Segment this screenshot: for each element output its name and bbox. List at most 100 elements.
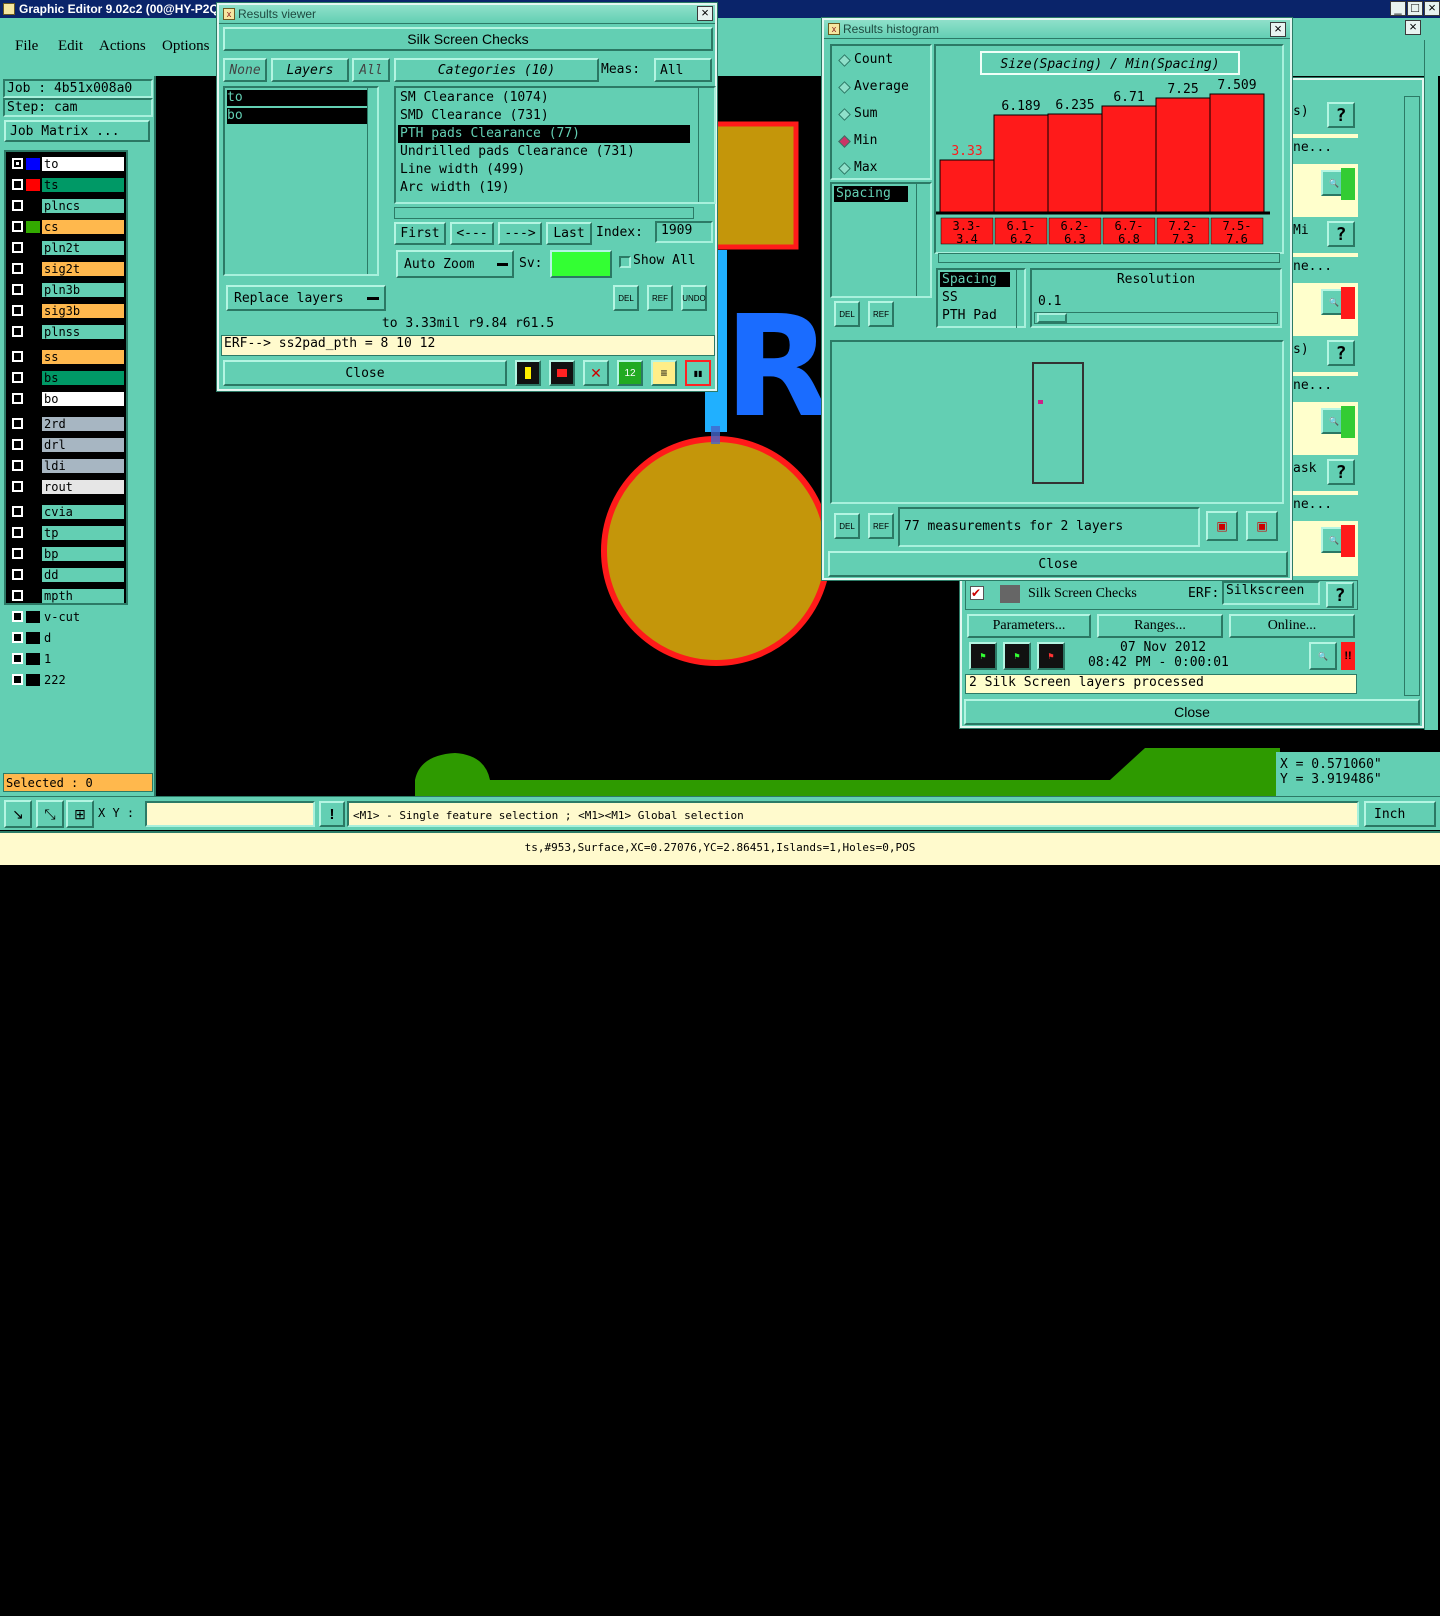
layer-row-drl[interactable]: drl [8,437,126,453]
measure-type-item[interactable]: SS [940,290,1010,305]
index-input[interactable]: 1909 [655,221,713,243]
layer-select-list[interactable]: to bo [223,86,379,276]
layer-checkbox[interactable] [12,590,23,601]
category-item[interactable]: Undrilled pads Clearance (731) [398,143,690,161]
report-icon[interactable]: ≡ [651,360,677,386]
delete-icon[interactable]: DEL [613,285,639,311]
numbered-icon[interactable]: 12 [617,360,643,386]
run-icon[interactable]: ⚑ [969,642,997,670]
histogram-delete-icon[interactable]: DEL [834,301,860,327]
layer-row-cs[interactable]: cs [8,219,126,235]
ranges-button[interactable]: Ranges... [1097,614,1223,638]
prev-button[interactable]: <--- [450,222,494,245]
layer-row-bo[interactable]: bo [8,391,126,407]
layer-checkbox[interactable] [12,548,23,559]
layer-row-d[interactable]: d [8,630,126,646]
mode-radio-max[interactable]: Max [838,160,928,178]
results-viewer-close-icon[interactable]: × [697,6,713,21]
maximize-button[interactable]: □ [1407,1,1423,16]
next-button[interactable]: ---> [498,222,542,245]
histogram-reference-icon[interactable]: REF [868,301,894,327]
layer-checkbox[interactable] [12,326,23,337]
check-help-button[interactable]: ? [1327,459,1355,485]
layer-row-pln3b[interactable]: pln3b [8,282,126,298]
layer-row-mpth[interactable]: mpth [8,588,126,604]
layer-row-rout[interactable]: rout [8,479,126,495]
categories-button[interactable]: Categories (10) [394,58,599,82]
menu-options[interactable]: Options [162,38,210,55]
layer-row-plnss[interactable]: plnss [8,324,126,340]
flag-icon[interactable] [549,360,575,386]
category-item[interactable]: Line width (499) [398,161,690,179]
layer-checkbox[interactable] [12,221,23,232]
layer-checkbox[interactable] [12,481,23,492]
zoom-icon[interactable]: 🔍 [1309,642,1337,670]
layers-button[interactable]: Layers [271,58,349,82]
measure-type-item[interactable]: Spacing [940,272,1010,287]
layer-select-item[interactable]: bo [227,108,367,124]
layer-select-item[interactable]: to [227,90,367,106]
warning-icon[interactable]: ! [319,801,345,827]
check-help-button[interactable]: ? [1327,221,1355,247]
mode-radio-min[interactable]: Min [838,133,928,151]
mode-radio-count[interactable]: Count [838,52,928,70]
preview-delete-icon[interactable]: DEL [834,513,860,539]
layer-checkbox[interactable] [12,611,23,622]
chart-hscrollbar[interactable] [938,253,1280,263]
layer-checkbox[interactable] [12,674,23,685]
layer-checkbox[interactable] [12,351,23,362]
measure-type-list[interactable]: Spacing SS PTH Pad [936,268,1026,328]
bar-chart-icon[interactable] [515,360,541,386]
layer-row-cvia[interactable]: cvia [8,504,126,520]
layer-checkbox[interactable] [12,372,23,383]
menu-actions[interactable]: Actions [99,38,146,55]
remove-icon[interactable]: ✕ [583,360,609,386]
layer-row-bs[interactable]: bs [8,370,126,386]
layer-row-tp[interactable]: tp [8,525,126,541]
histogram-icon[interactable]: ▮▮ [685,360,711,386]
measure-icon[interactable]: ⤡ [36,800,64,828]
layer-checkbox[interactable] [12,179,23,190]
layer-row-to[interactable]: to [8,156,126,172]
measure-type-scrollbar[interactable] [1016,268,1028,328]
layer-row-sig2t[interactable]: sig2t [8,261,126,277]
last-button[interactable]: Last [546,222,592,245]
none-button[interactable]: None [223,58,267,82]
checklist-scrollbar[interactable] [1404,96,1420,696]
menu-file[interactable]: File [15,38,38,55]
layer-row-1[interactable]: 1 [8,651,126,667]
close-icon[interactable]: × [1424,1,1440,16]
layer-row-pln2t[interactable]: pln2t [8,240,126,256]
layer-row-bp[interactable]: bp [8,546,126,562]
category-hscrollbar[interactable] [394,207,694,219]
checklist-scrollbar2[interactable] [1424,40,1438,730]
layer-checkbox[interactable] [12,569,23,580]
layer-checkbox[interactable] [12,653,23,664]
measure-list[interactable]: Spacing [830,182,932,298]
mode-radio-average[interactable]: Average [838,79,928,97]
layer-checkbox[interactable] [12,242,23,253]
check-enabled-checkbox[interactable]: ✔ [970,586,984,600]
layer-checkbox[interactable] [12,527,23,538]
layer-row-222[interactable]: 222 [8,672,126,688]
run-all-icon[interactable]: ⚑ [1003,642,1031,670]
all-button[interactable]: All [352,58,390,82]
undo-icon[interactable]: UNDO [681,285,707,311]
check-help-button[interactable]: ? [1327,102,1355,128]
category-item[interactable]: SMD Clearance (731) [398,107,690,125]
layer-row-ldi[interactable]: ldi [8,458,126,474]
category-item[interactable]: Arc width (19) [398,179,690,197]
xy-input[interactable] [145,801,315,827]
category-item[interactable]: PTH pads Clearance (77) [398,125,690,143]
layer-checkbox[interactable] [12,418,23,429]
layer-checkbox[interactable] [12,393,23,404]
results-viewer-close-button[interactable]: Close [223,360,507,386]
layer-row-ss[interactable]: ss [8,349,126,365]
layer-checkbox[interactable] [12,439,23,450]
layer-row-ts[interactable]: ts [8,177,126,193]
layer-list-scrollbar[interactable] [367,88,377,274]
layer-row-2rd[interactable]: 2rd [8,416,126,432]
layer-row-dd[interactable]: dd [8,567,126,583]
layer-checkbox[interactable] [12,284,23,295]
checklist-close-button[interactable]: Close [964,699,1420,725]
